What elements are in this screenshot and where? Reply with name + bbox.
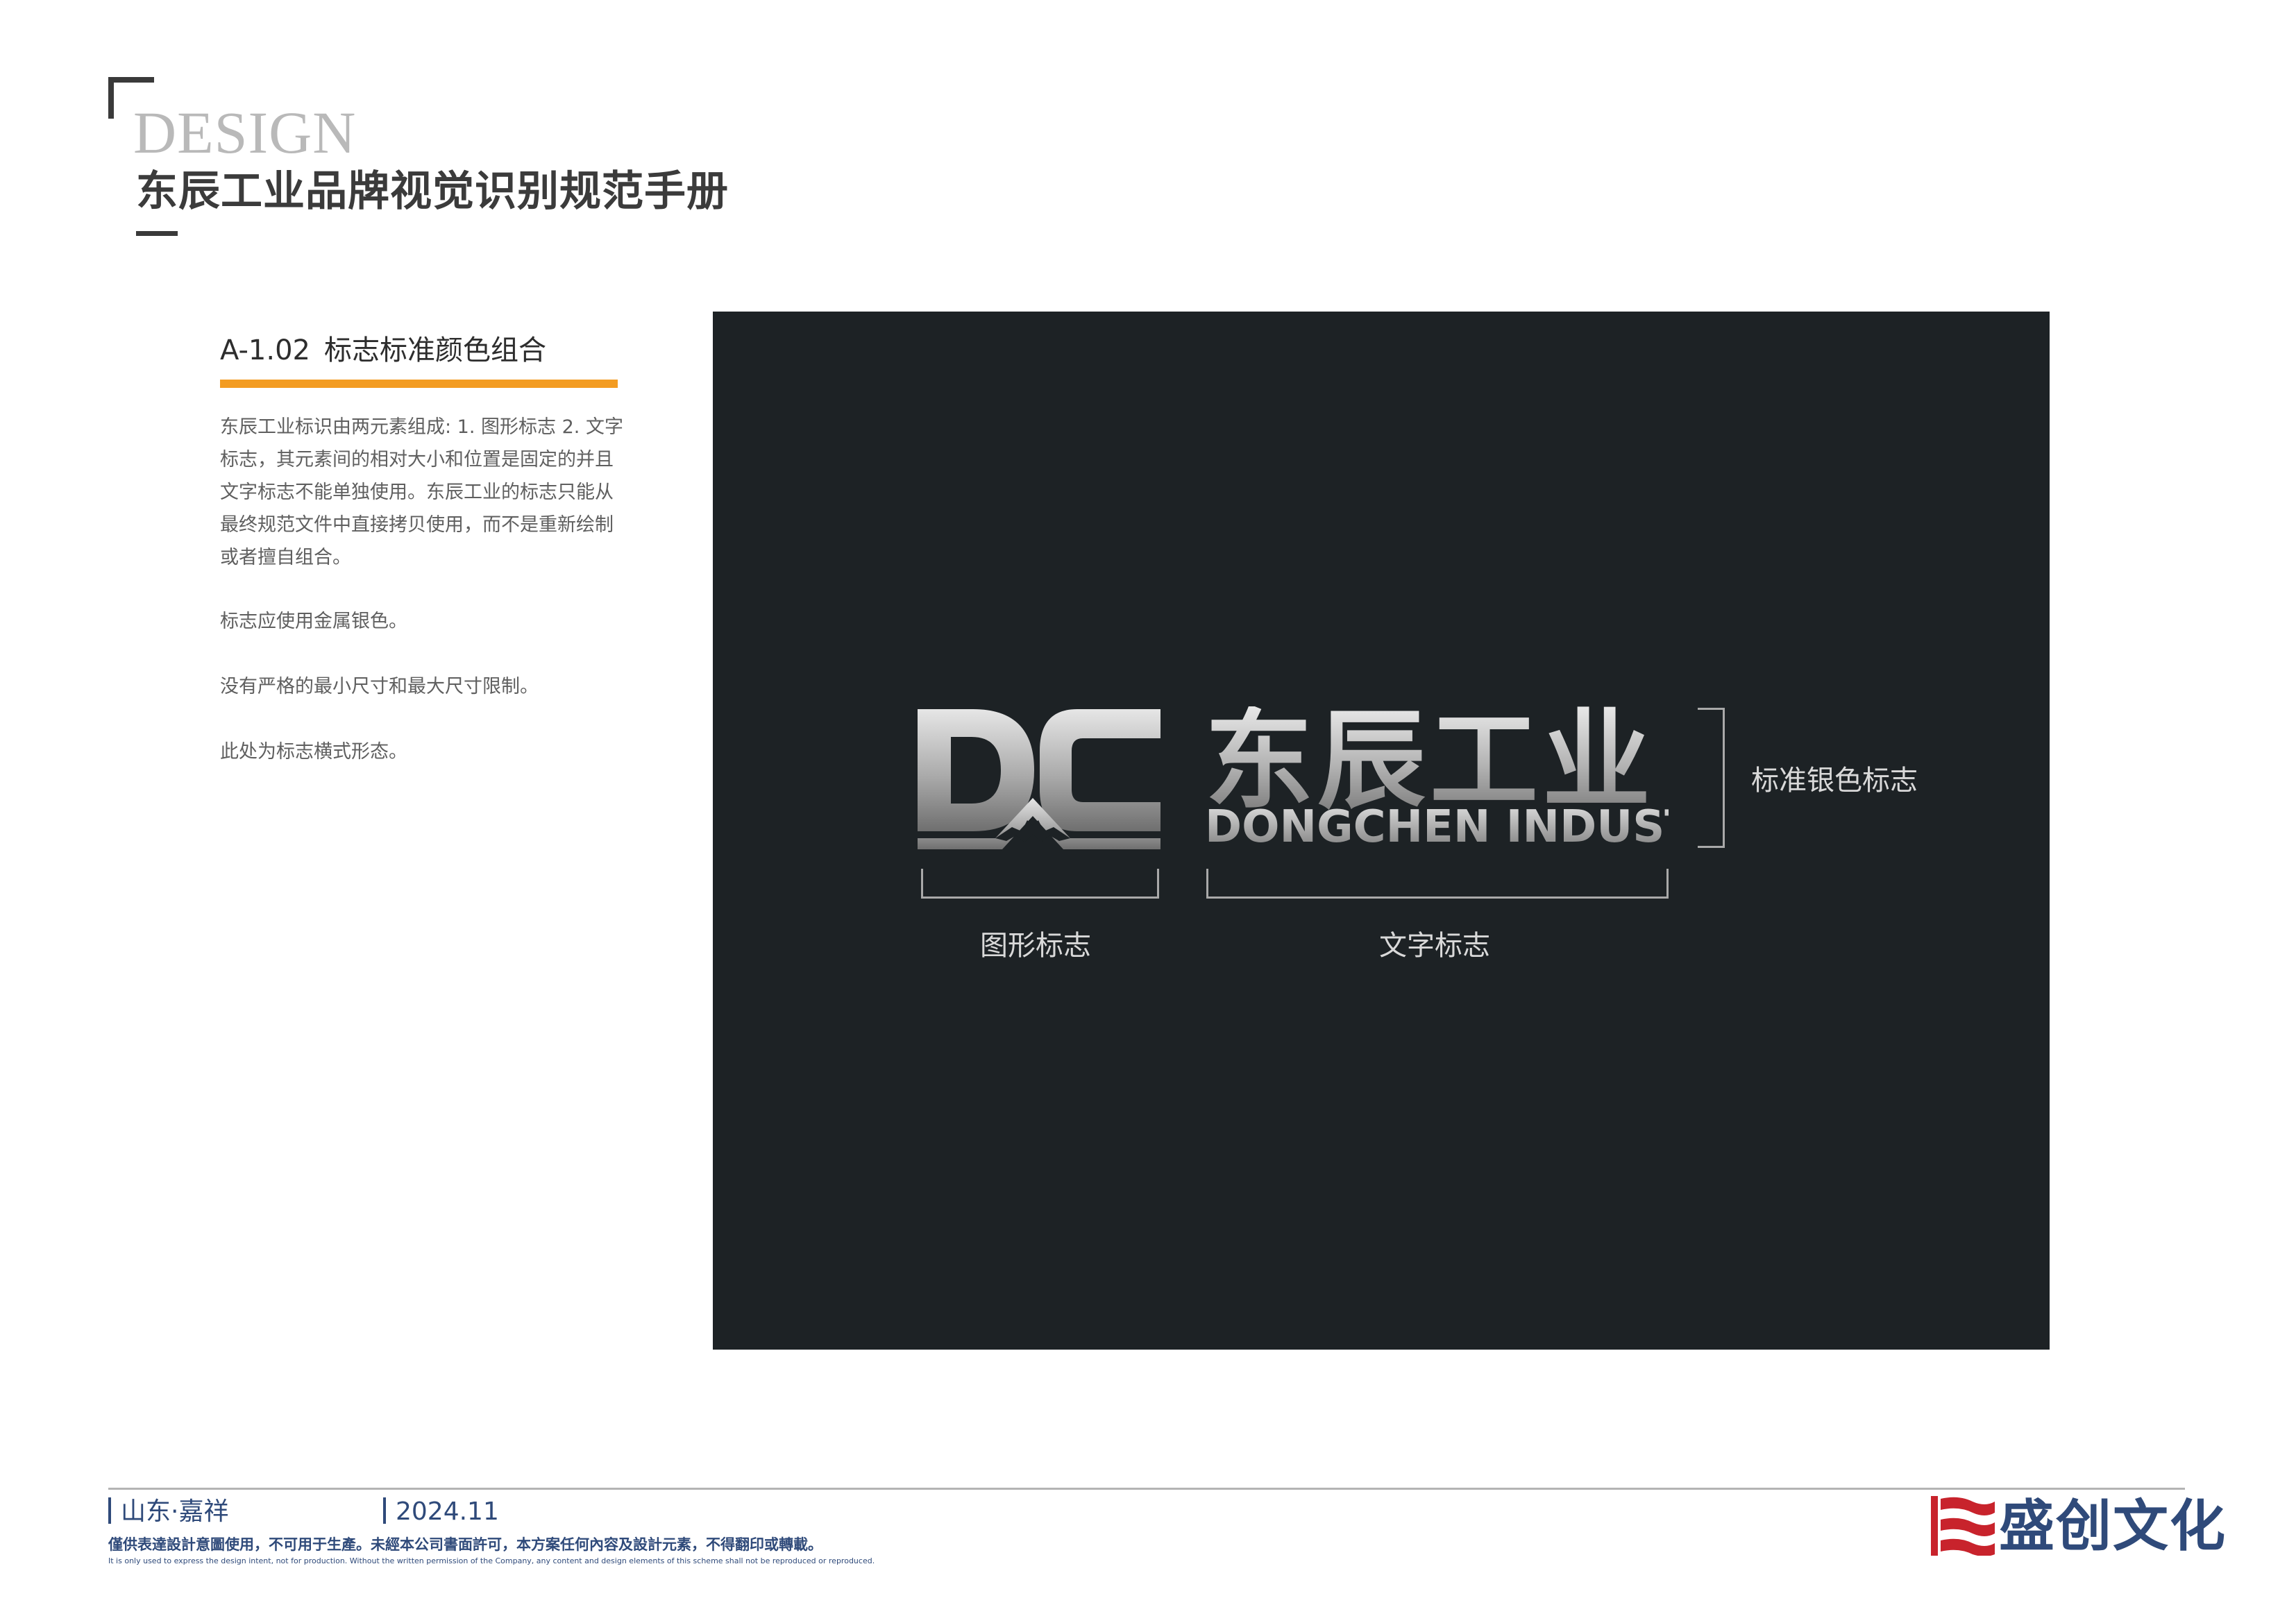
footer-location: 山东·嘉祥 xyxy=(108,1497,228,1524)
corner-bracket-horizontal xyxy=(108,77,154,83)
footer-location-text: 山东·嘉祥 xyxy=(121,1497,229,1526)
manual-title: 东辰工业品牌视觉识别规范手册 xyxy=(136,167,729,216)
footer-disclaimer-chinese: 僅供表達設計意圖使用，不可用于生產。未經本公司書面許可，本方案任何內容及設計元素… xyxy=(108,1536,822,1553)
section-accent-bar xyxy=(220,380,618,388)
footer-divider xyxy=(108,1488,2185,1490)
standard-logo-bracket xyxy=(1698,708,1725,848)
company-logo-icon xyxy=(1931,1496,1995,1556)
dc-graphic-logo-icon xyxy=(918,709,1160,849)
label-graphic-logo: 图形标志 xyxy=(980,930,1091,962)
section-code: A-1.02 xyxy=(220,334,310,366)
corner-bracket-vertical xyxy=(108,77,114,119)
footer-disclaimer-english: It is only used to express the design in… xyxy=(108,1556,875,1565)
graphic-logo-bracket xyxy=(921,869,1159,899)
body-paragraph-color: 标志应使用金属银色。 xyxy=(220,611,407,632)
title-underline xyxy=(136,231,178,236)
text-logo-bracket xyxy=(1206,869,1669,899)
logo-chinese-name: 东辰工业 xyxy=(1205,697,1655,824)
footer-date: 2024.11 xyxy=(383,1497,499,1524)
logo-english-name: DONGCHEN INDUSTRY xyxy=(1205,801,1759,853)
footer-date-text: 2024.11 xyxy=(396,1497,499,1526)
body-paragraph-form: 此处为标志横式形态。 xyxy=(220,741,407,763)
section-heading: A-1.02 标志标准颜色组合 xyxy=(220,337,546,364)
body-paragraph-size: 没有严格的最小尺寸和最大尺寸限制。 xyxy=(220,676,539,697)
design-word: DESIGN xyxy=(133,99,357,166)
label-standard-silver-logo: 标准银色标志 xyxy=(1751,765,1918,797)
section-title: 标志标准颜色组合 xyxy=(323,334,546,366)
body-paragraph-intro: 东辰工业标识由两元素组成: 1. 图形标志 2. 文字标志，其元素间的相对大小和… xyxy=(220,416,623,568)
company-name: 盛创文化 xyxy=(1999,1494,2227,1558)
label-text-logo: 文字标志 xyxy=(1379,930,1490,962)
